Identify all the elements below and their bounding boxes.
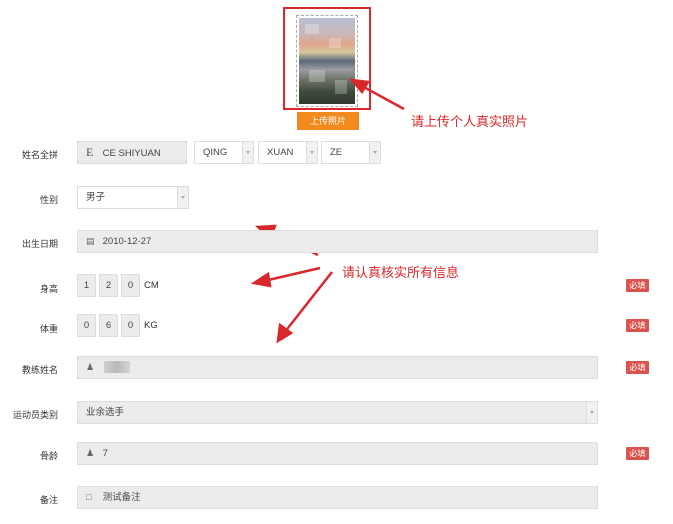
label-birth: 出生日期 [21,239,58,249]
weight-digit-input[interactable]: 0 [121,314,140,337]
weight-unit: KG [144,320,158,331]
weight-digit-input[interactable]: 6 [99,314,118,337]
arrow-head [250,271,272,288]
label-name: 姓名全拼 [21,150,58,160]
label-bone-age: 骨龄 [39,451,58,461]
height-digit-input[interactable]: 1 [77,274,96,297]
athlete-type-value: 业余选手 [86,407,125,418]
name-part-value: ZE [330,147,343,158]
user-icon: ♟ [86,362,95,372]
chevron-down-icon [586,402,597,423]
name-part-value: QING [203,147,228,158]
gender-select[interactable]: 男子 [77,186,189,209]
letter-e-icon: E [86,145,94,159]
required-badge: 必填 [626,319,649,332]
height-digit-input[interactable]: 0 [121,274,140,297]
name-value: CE SHIYUAN [102,148,161,159]
chevron-down-icon [306,142,317,163]
name-part-select-2[interactable]: XUAN [258,141,318,164]
name-part-select-1[interactable]: QING [194,141,254,164]
label-remark: 备注 [39,495,58,505]
required-badge: 必填 [626,361,649,374]
arrow-head [349,78,371,95]
chevron-down-icon [177,187,188,208]
height-unit: CM [144,280,159,291]
redacted-value [104,361,130,374]
remark-value: 测试备注 [102,492,141,503]
coach-name-input[interactable]: ♟ [77,356,598,379]
chevron-down-icon [369,142,380,163]
remark-input[interactable]: □ 测试备注 [77,486,598,509]
arrow-line [263,266,321,283]
athlete-type-select[interactable]: 业余选手 [77,401,598,424]
arrow-line [283,271,333,334]
calendar-icon: ▤ [86,236,95,246]
bone-age-input[interactable]: ♟ 7 [77,442,598,465]
name-part-value: XUAN [267,147,294,158]
bookmark-icon: □ [86,492,92,502]
label-athlete-type: 运动员类别 [12,410,58,420]
required-badge: 必填 [626,279,649,292]
bone-age-value: 7 [102,448,108,459]
name-part-select-3[interactable]: ZE [321,141,381,164]
weight-digit-input[interactable]: 0 [77,314,96,337]
label-coach: 教练姓名 [21,365,58,375]
user-icon: ♟ [86,448,95,458]
arrow-line [359,83,405,111]
label-weight: 体重 [39,324,58,334]
birth-value: 2010-12-27 [102,236,152,247]
required-badge: 必填 [626,447,649,460]
height-digit-input[interactable]: 2 [99,274,118,297]
name-input[interactable]: E CE SHIYUAN [77,141,187,164]
gender-value: 男子 [86,192,106,203]
label-height: 身高 [39,284,58,294]
chevron-down-icon [242,142,253,163]
birth-date-input[interactable]: ▤ 2010-12-27 [77,230,598,253]
label-gender: 性别 [39,195,58,205]
